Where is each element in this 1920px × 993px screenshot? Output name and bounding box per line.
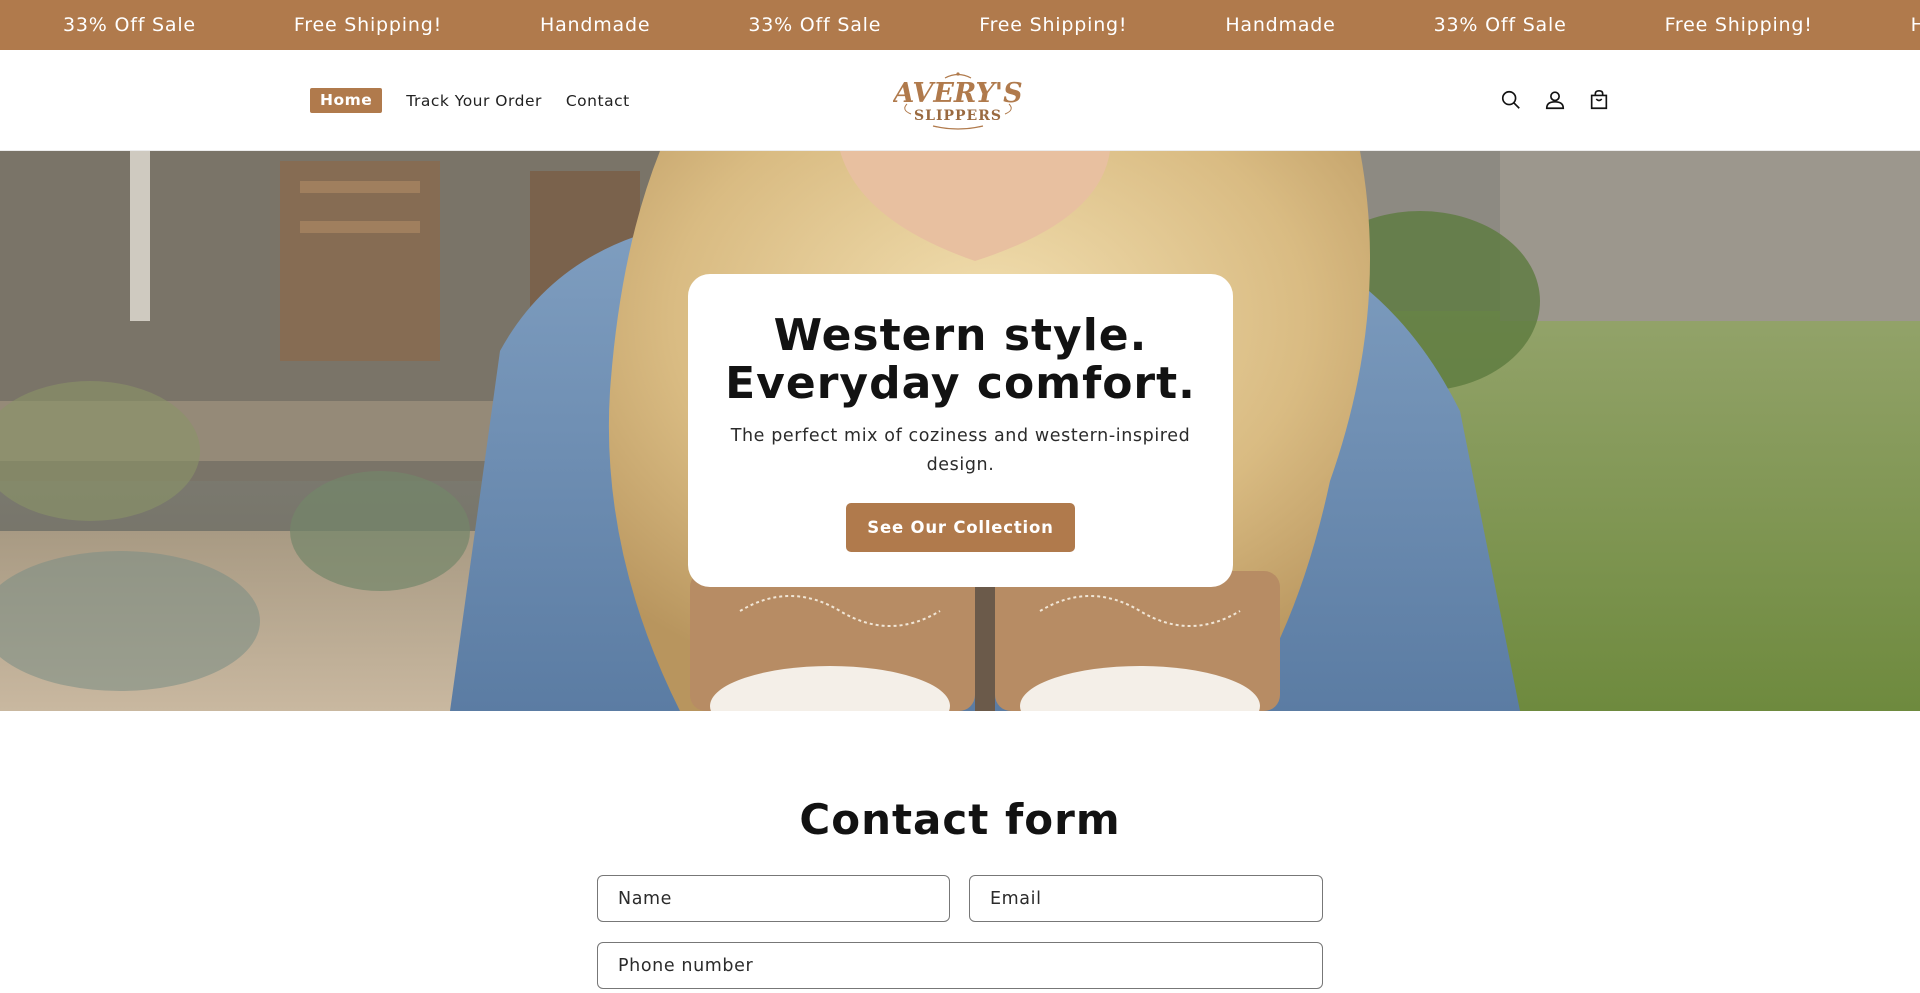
announcement-item: Free Shipping!: [979, 14, 1128, 36]
name-field-placeholder: Name: [618, 888, 673, 909]
nav-item-contact[interactable]: Contact: [566, 92, 630, 110]
hero-section: Western style. Everyday comfort. The per…: [0, 151, 1920, 711]
cart-icon[interactable]: [1587, 88, 1611, 112]
site-header: Home Track Your Order Contact AVERY'S SL…: [0, 50, 1920, 151]
logo-line1: AVERY'S: [893, 78, 1023, 109]
phone-field[interactable]: Phone number: [597, 942, 1323, 989]
announcement-item: 33% Off Sale: [1433, 14, 1567, 36]
hero-subtitle: The perfect mix of coziness and western-…: [730, 426, 1191, 475]
search-icon[interactable]: [1499, 88, 1523, 112]
see-collection-button[interactable]: See Our Collection: [846, 503, 1075, 552]
contact-form-title: Contact form: [799, 795, 1121, 844]
announcement-bar: 33% Off Sale Free Shipping! Handmade 33%…: [0, 0, 1920, 50]
account-icon[interactable]: [1543, 88, 1567, 112]
hero-title-line1: Western style.: [773, 310, 1148, 361]
email-field[interactable]: Email: [969, 875, 1323, 922]
announcement-item: Handmade: [1910, 14, 1920, 36]
email-field-placeholder: Email: [990, 888, 1042, 909]
announcement-item: 33% Off Sale: [63, 14, 196, 36]
phone-field-placeholder: Phone number: [618, 955, 754, 976]
logo-graphic: AVERY'S SLIPPERS: [890, 72, 1023, 130]
name-field[interactable]: Name: [597, 875, 950, 922]
header-icons: [1499, 88, 1611, 112]
hero-title-line2: Everyday comfort.: [725, 358, 1196, 409]
announcement-item: Free Shipping!: [293, 14, 442, 36]
brand-logo[interactable]: AVERY'S SLIPPERS: [890, 68, 1023, 134]
announcement-item: 33% Off Sale: [748, 14, 882, 36]
announcement-item: Free Shipping!: [1664, 14, 1813, 36]
announcement-track: 33% Off Sale Free Shipping! Handmade 33%…: [0, 14, 1920, 36]
hero-card: Western style. Everyday comfort. The per…: [688, 274, 1233, 587]
logo-line2: SLIPPERS: [914, 108, 1002, 124]
nav-item-track-order[interactable]: Track Your Order: [406, 92, 542, 110]
announcement-item: Handmade: [1225, 14, 1336, 36]
nav-item-home[interactable]: Home: [310, 88, 383, 113]
main-nav: Home Track Your Order Contact: [310, 88, 630, 113]
announcement-item: Handmade: [539, 14, 651, 36]
